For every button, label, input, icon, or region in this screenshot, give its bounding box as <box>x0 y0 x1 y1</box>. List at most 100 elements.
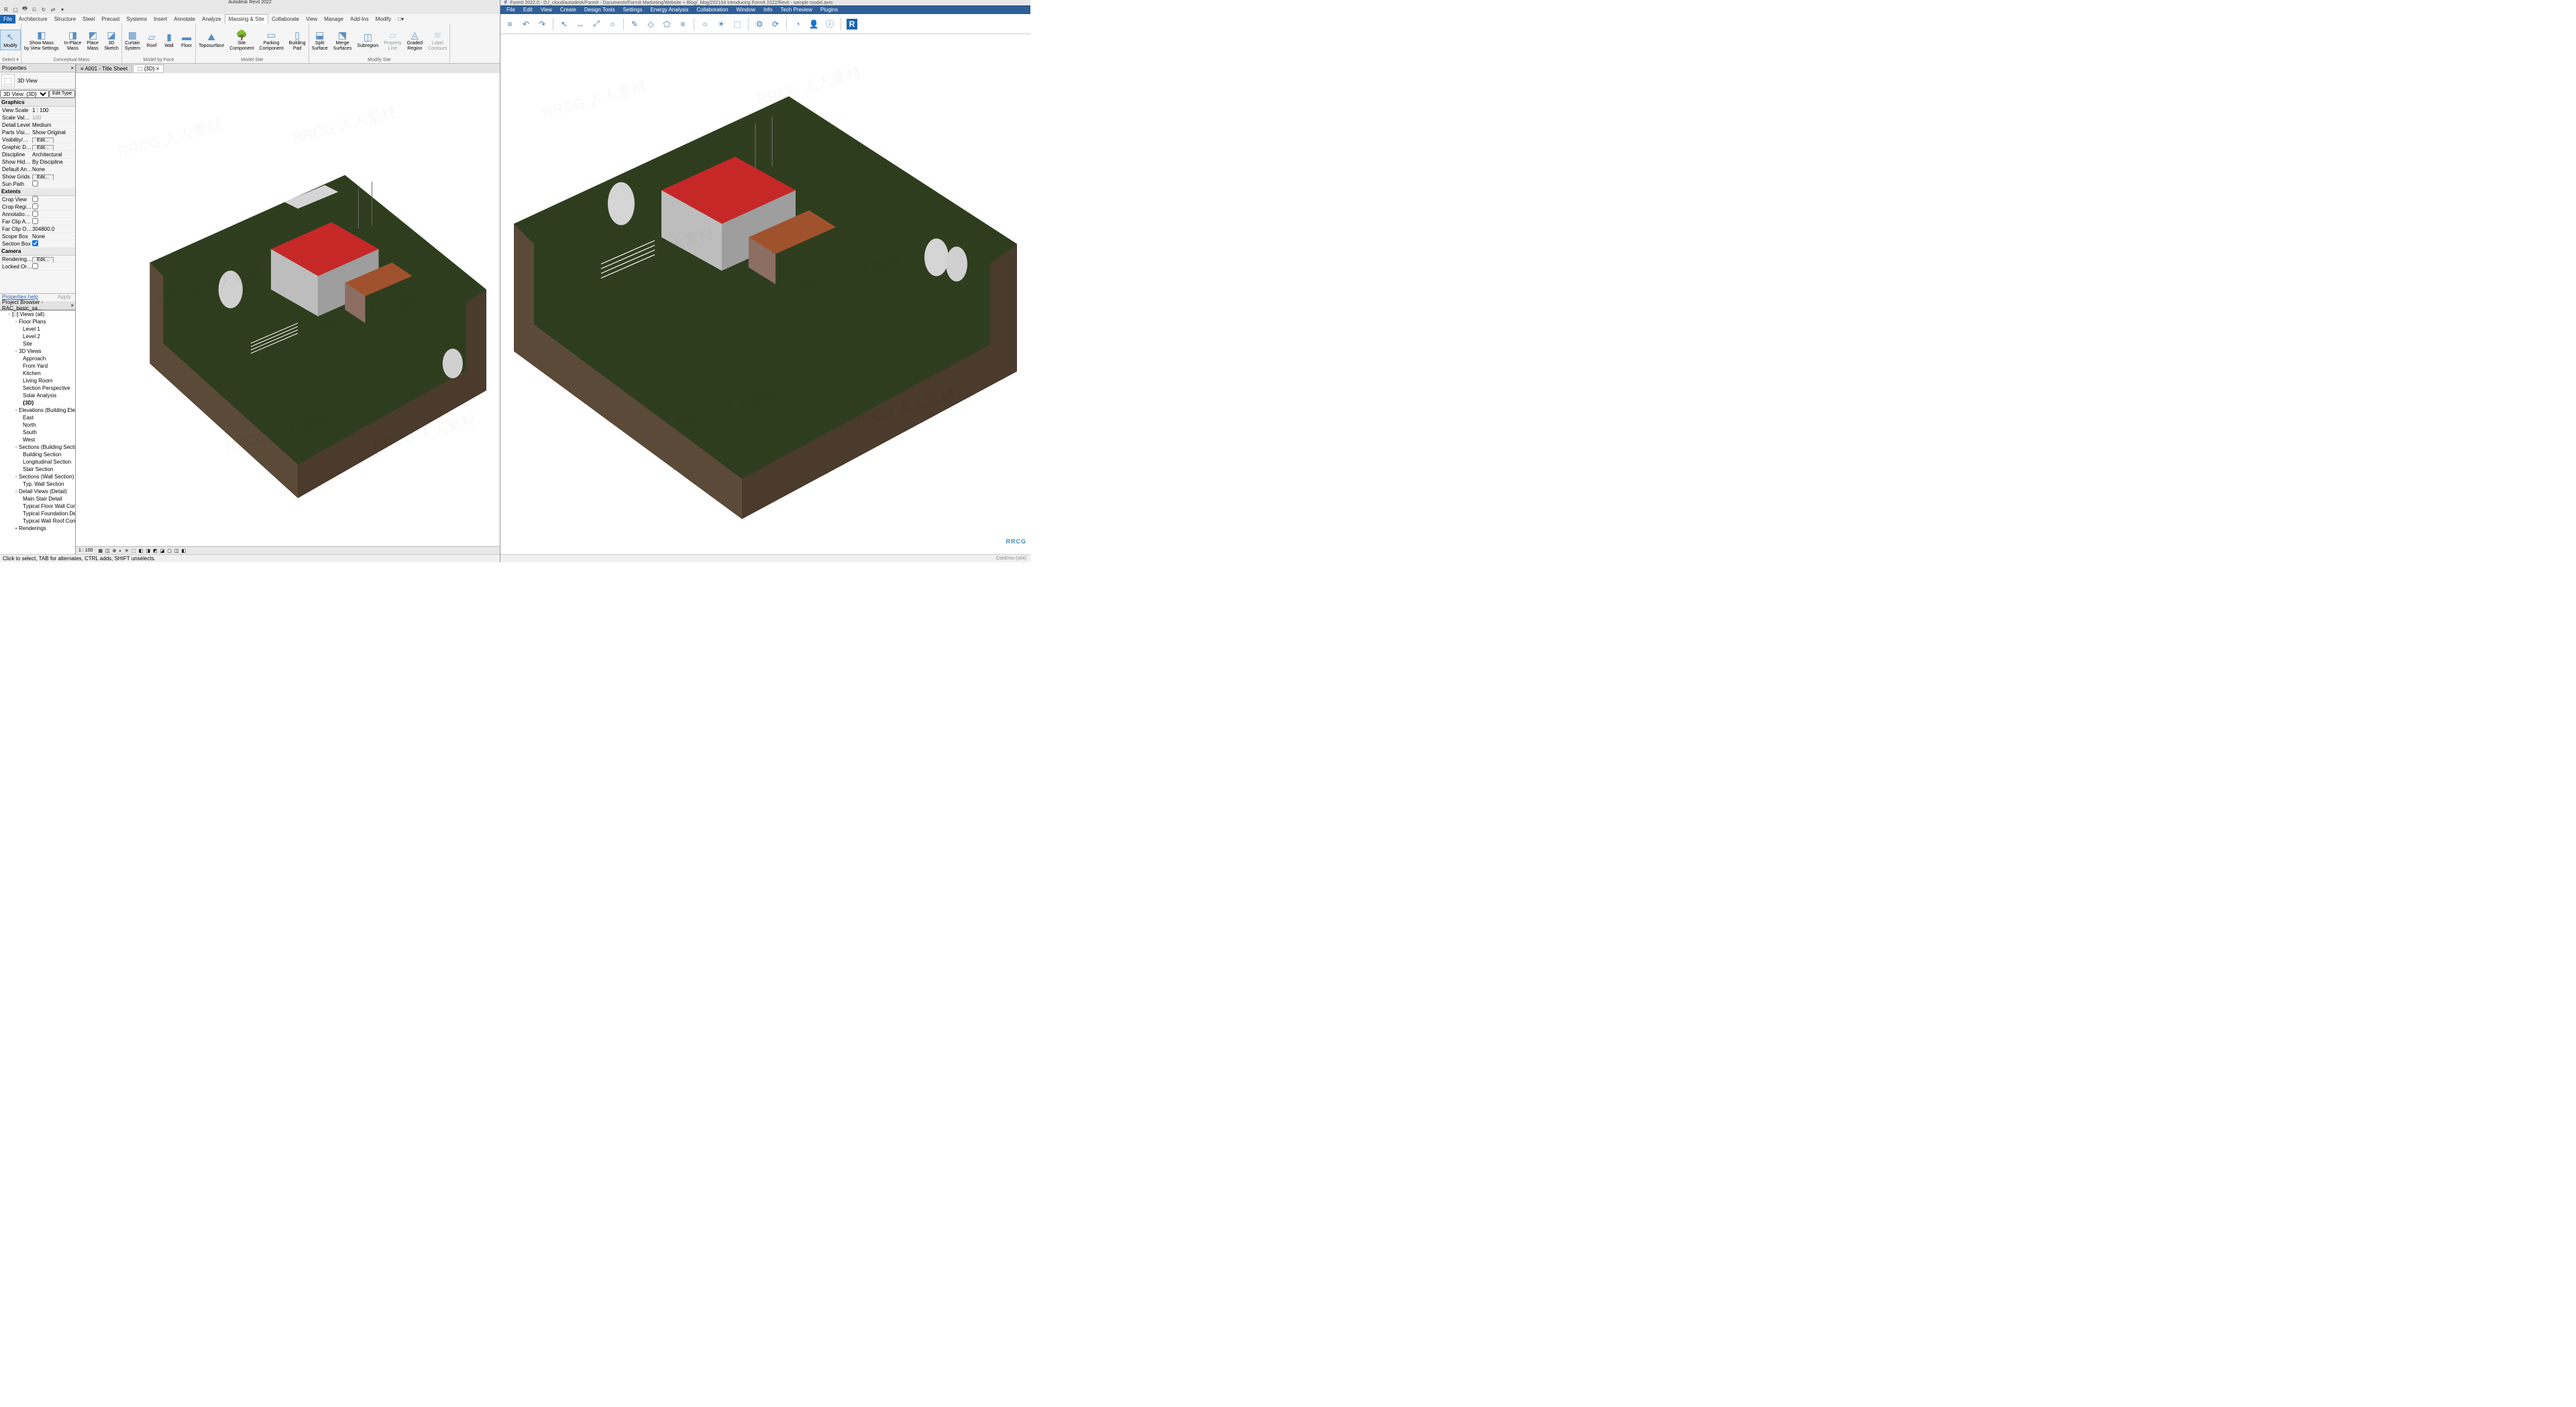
toolbar-icon[interactable]: 👤 <box>808 19 819 30</box>
qat-icon[interactable]: ⎌ <box>31 6 38 13</box>
toolbar-icon[interactable]: R <box>847 19 857 30</box>
property-value[interactable]: Architectural <box>32 152 75 158</box>
tree-node[interactable]: Level 1 <box>0 325 75 333</box>
viewbar-icon[interactable]: ⬚ <box>131 549 136 554</box>
menu-item[interactable]: Collaboration <box>693 6 731 13</box>
tree-node[interactable]: Building Section <box>0 451 75 458</box>
tree-node[interactable]: ▫Sections (Wall Section) <box>0 473 75 480</box>
viewbar-icon[interactable]: ◐ <box>119 549 122 554</box>
view-instance-select[interactable]: 3D View: {3D} <box>0 90 49 98</box>
tree-node[interactable]: ▫Floor Plans <box>0 318 75 325</box>
tree-node[interactable]: Typical Wall Roof Con <box>0 517 75 525</box>
property-row[interactable]: Annotation ... <box>0 211 75 218</box>
tree-node[interactable]: North <box>0 421 75 429</box>
viewbar-icon[interactable]: ◫ <box>105 549 110 554</box>
edit-type-button[interactable]: Edit Type <box>49 90 75 98</box>
modify-button[interactable]: ↖ Modify <box>0 30 21 51</box>
property-group-header[interactable]: Graphics <box>0 99 75 107</box>
properties-type-selector[interactable]: ⬚ 3D View <box>0 72 75 89</box>
property-row[interactable]: Detail LevelMedium <box>0 121 75 129</box>
property-value[interactable] <box>32 203 75 211</box>
wall[interactable]: ▮Wall <box>160 30 178 50</box>
select-group-label[interactable]: Select ▾ <box>0 56 21 63</box>
property-row[interactable]: Scale Value ...100 <box>0 114 75 121</box>
ribbon-tab[interactable]: View <box>303 15 321 23</box>
close-icon[interactable]: × <box>70 303 74 309</box>
property-row[interactable]: Far Clip Active <box>0 218 75 225</box>
tree-node[interactable]: Level 2 <box>0 333 75 340</box>
ribbon-tab[interactable]: Architecture <box>15 15 51 23</box>
toolbar-icon[interactable]: ○ <box>700 19 710 30</box>
revit-3d-canvas[interactable]: RRCG 人人素材 RRCG 人人素材 RRCG 人人素材 RRCG 人人素材 … <box>76 73 500 546</box>
qat-icon[interactable]: R <box>3 6 9 13</box>
view-tab[interactable]: ⬚ {3D} × <box>133 64 164 73</box>
tree-node[interactable]: Typ. Wall Section <box>0 480 75 488</box>
ribbon-tab[interactable]: Analyze <box>199 15 224 23</box>
curtain-system[interactable]: ▦CurtainSystem <box>122 28 143 52</box>
property-row[interactable]: Crop View <box>0 196 75 203</box>
viewbar-icon[interactable]: ◪ <box>160 549 165 554</box>
property-row[interactable]: Default Anal...None <box>0 166 75 173</box>
viewbar-icon[interactable]: ▢ <box>167 549 172 554</box>
tree-node[interactable]: South <box>0 429 75 436</box>
building-pad[interactable]: ▯BuildingPad <box>286 28 309 52</box>
viewbar-icon[interactable]: ◩ <box>153 549 158 554</box>
inplace-mass[interactable]: ◨In-PlaceMass <box>62 28 85 52</box>
qat-icon[interactable]: 🖶 <box>21 6 28 13</box>
toolbar-icon[interactable]: ⤢ <box>591 19 602 30</box>
tree-node[interactable]: Typical Foundation De <box>0 510 75 517</box>
property-value[interactable]: None <box>32 233 75 240</box>
graded-region[interactable]: ◬GradedRegion <box>405 28 425 52</box>
property-row[interactable]: View Scale1 : 100 <box>0 107 75 114</box>
tree-node[interactable]: {3D} <box>0 399 75 407</box>
ribbon-tab[interactable]: Modify <box>372 15 395 23</box>
split-surface[interactable]: ⬓SplitSurface <box>309 28 331 52</box>
subregion[interactable]: ◫Subregion <box>354 30 381 50</box>
property-row[interactable]: Parts VisibilityShow Original <box>0 129 75 136</box>
property-value[interactable]: Edit... <box>32 174 75 180</box>
viewbar-icon[interactable]: ◧ <box>181 549 186 554</box>
toolbar-icon[interactable]: ↶ <box>521 19 531 30</box>
toolbar-icon[interactable]: ⬚ <box>732 19 743 30</box>
tree-node[interactable]: West <box>0 436 75 444</box>
parking-component[interactable]: ▭ParkingComponent <box>256 28 286 52</box>
property-row[interactable]: Show GridsEdit... <box>0 173 75 180</box>
toolbar-icon[interactable]: ≡ <box>678 19 688 30</box>
tree-node[interactable]: ▫[□] Views (all) <box>0 311 75 318</box>
menu-item[interactable]: Window <box>733 6 759 13</box>
property-value[interactable]: 100 <box>32 115 75 121</box>
property-row[interactable]: Rendering S...Edit... <box>0 256 75 263</box>
property-value[interactable]: By Discipline <box>32 159 75 165</box>
toolbar-icon[interactable]: ⚙ <box>754 19 765 30</box>
ribbon-tab[interactable]: Massing & Site <box>225 14 268 23</box>
property-value[interactable] <box>32 263 75 270</box>
tree-node[interactable]: Living Room <box>0 377 75 384</box>
viewbar-icon[interactable]: ◧ <box>139 549 144 554</box>
property-value[interactable] <box>32 211 75 218</box>
floor[interactable]: ▬Floor <box>178 30 195 50</box>
tree-node[interactable]: ▫Elevations (Building Elevati <box>0 407 75 414</box>
toolbar-icon[interactable]: ☀ <box>716 19 727 30</box>
toolbar-icon[interactable]: ↔ <box>575 19 586 30</box>
tree-node[interactable]: From Yard <box>0 362 75 370</box>
menu-item[interactable]: Settings <box>620 6 646 13</box>
menu-item[interactable]: View <box>537 6 555 13</box>
tree-node[interactable]: ▪Renderings <box>0 525 75 532</box>
property-value[interactable]: Show Original <box>32 129 75 136</box>
property-row[interactable]: Graphic Dis...Edit... <box>0 144 75 151</box>
qat-icon[interactable]: ▾ <box>59 6 66 13</box>
qat-icon[interactable]: ⇄ <box>50 6 56 13</box>
ribbon-tab[interactable]: Systems <box>123 15 150 23</box>
show-mass-by-view-settings[interactable]: ◧Show Massby View Settings <box>21 28 62 52</box>
property-group-header[interactable]: Extents <box>0 188 75 196</box>
tree-node[interactable]: East <box>0 414 75 421</box>
property-row[interactable]: Section Box <box>0 240 75 248</box>
property-row[interactable]: Sun Path <box>0 180 75 188</box>
toolbar-icon[interactable]: ↷ <box>537 19 547 30</box>
menu-item[interactable]: Create <box>557 6 580 13</box>
menu-item[interactable]: Info <box>760 6 775 13</box>
menu-item[interactable]: Design Tools <box>581 6 619 13</box>
toolbar-icon[interactable]: ↖ <box>559 19 570 30</box>
ribbon-tab[interactable]: Collaborate <box>268 15 303 23</box>
view-tab[interactable]: ≡ A001 - Title Sheet <box>76 64 132 73</box>
